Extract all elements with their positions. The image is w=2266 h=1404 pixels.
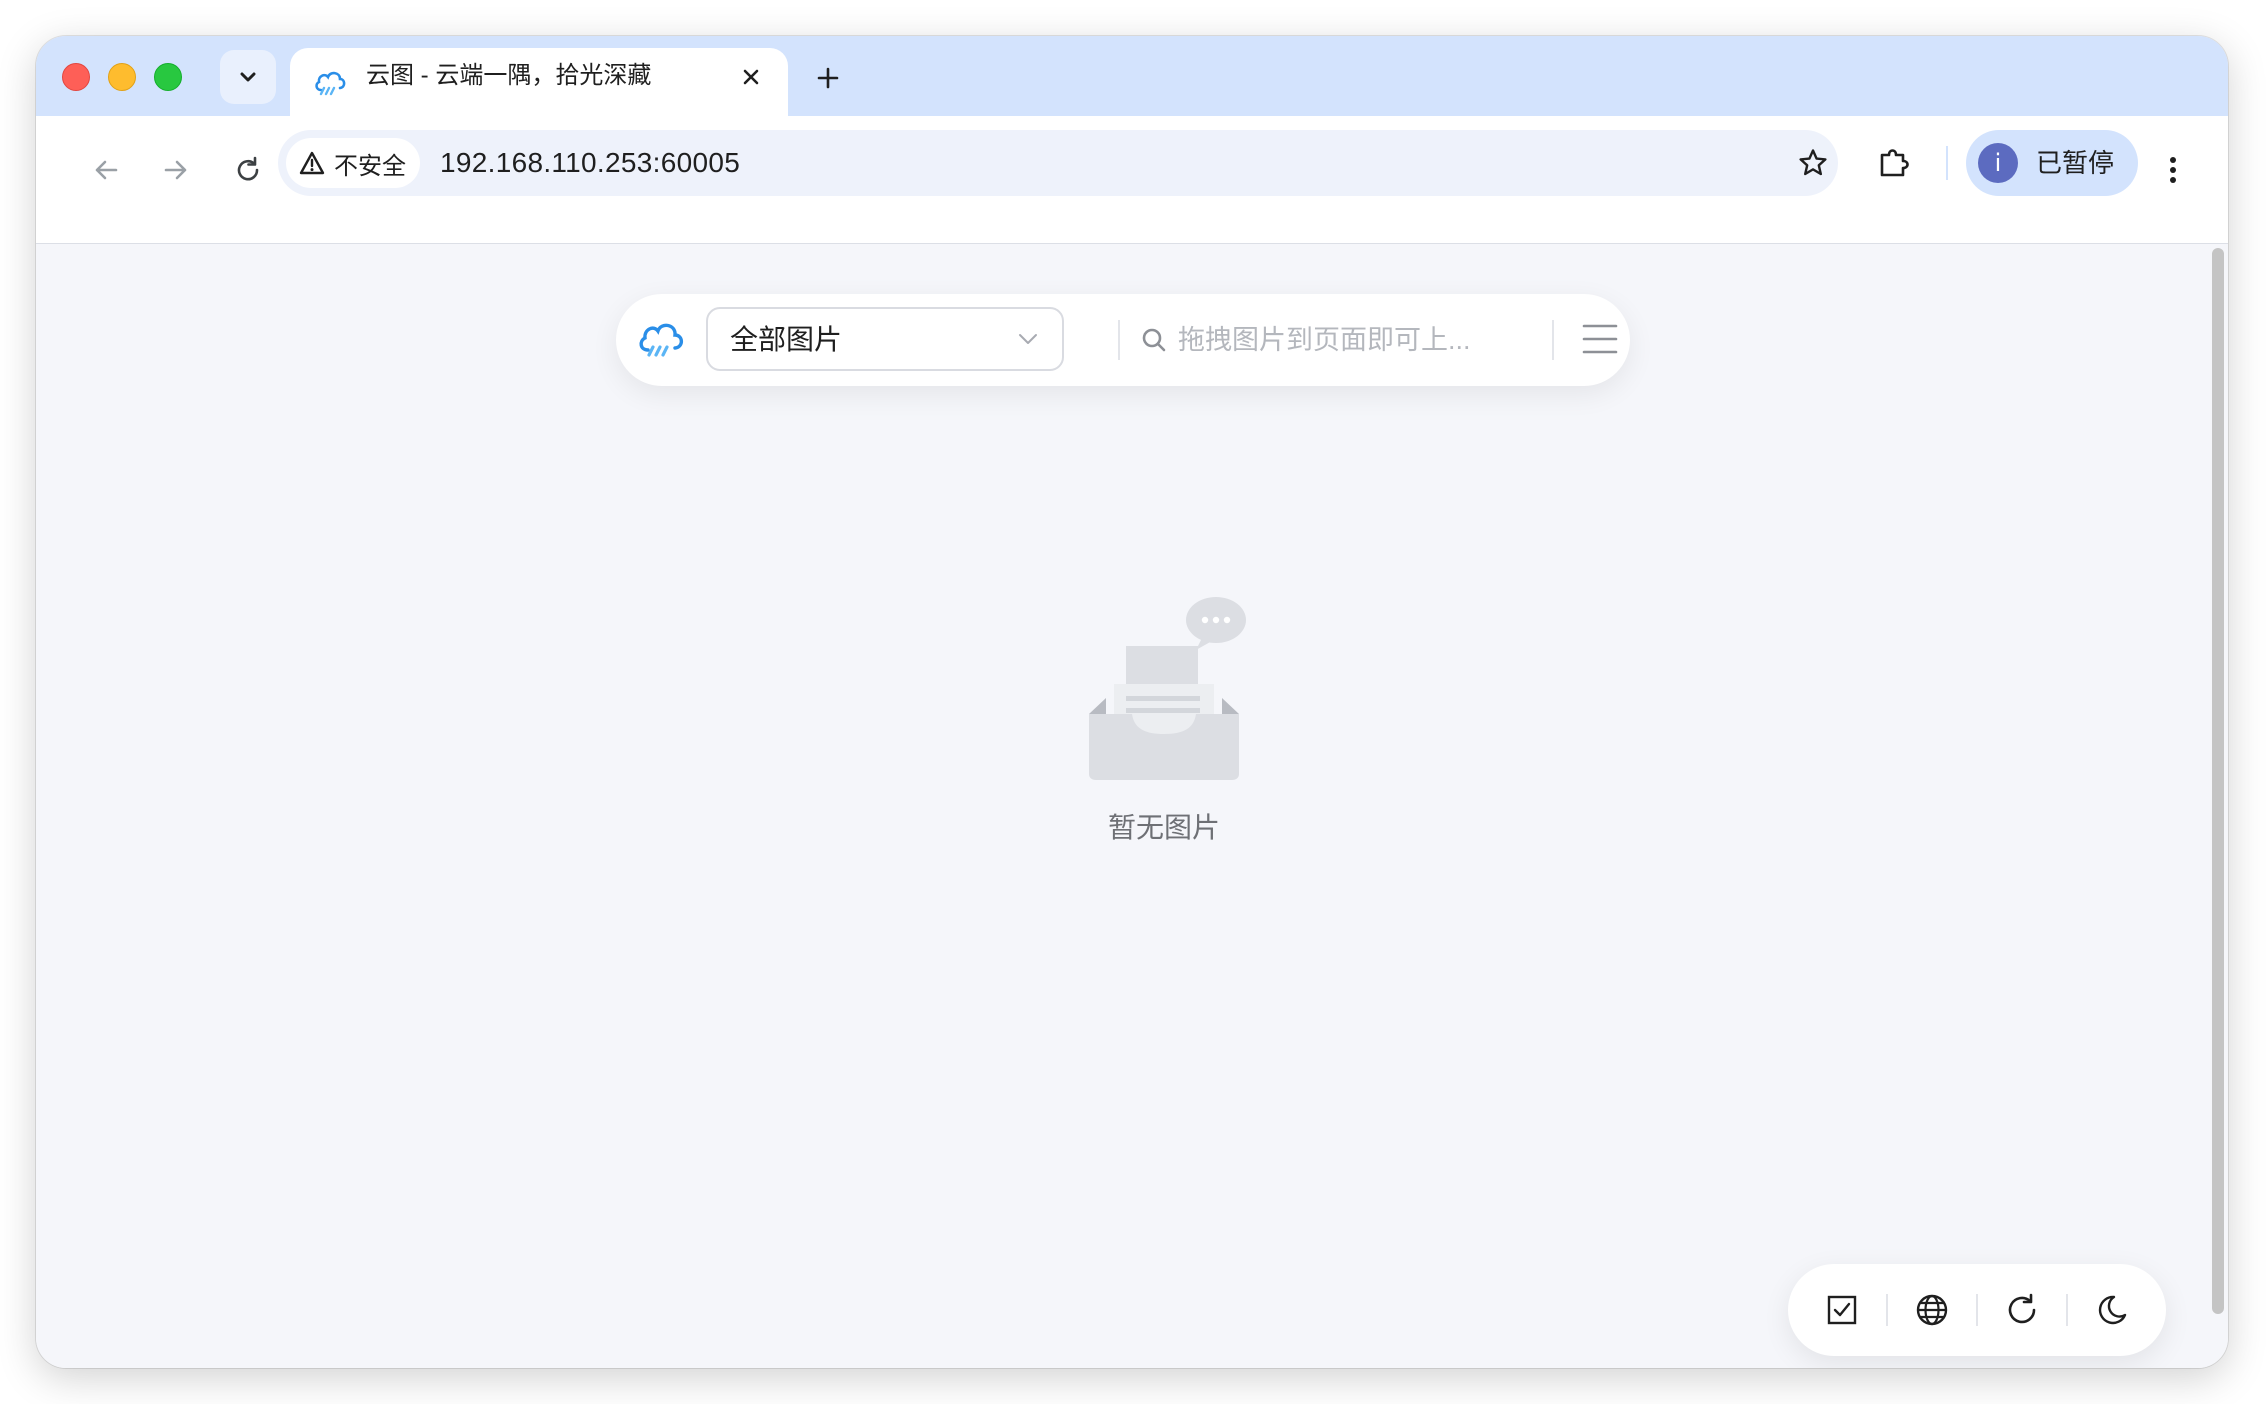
toolbar-separator xyxy=(1886,1294,1888,1326)
security-chip[interactable]: 不安全 xyxy=(286,138,420,188)
reload-button[interactable] xyxy=(224,146,272,194)
page-scrollbar[interactable] xyxy=(2212,248,2224,1314)
new-tab-button[interactable] xyxy=(806,56,850,100)
arrow-right-icon xyxy=(164,160,187,180)
back-button[interactable] xyxy=(82,146,130,194)
search-box[interactable] xyxy=(1130,308,1520,370)
plus-icon xyxy=(817,67,839,89)
bookmark-button[interactable] xyxy=(1792,142,1834,184)
toolbar-separator xyxy=(1946,146,1948,180)
hamburger-menu-icon xyxy=(1582,324,1618,354)
top-bar-divider xyxy=(1552,320,1554,360)
language-button[interactable] xyxy=(1910,1288,1954,1332)
menu-button[interactable] xyxy=(1580,318,1620,360)
arrow-left-icon xyxy=(95,160,118,180)
search-icon xyxy=(1142,328,1166,352)
warning-icon xyxy=(299,151,325,175)
globe-icon xyxy=(1916,1294,1948,1326)
top-bar-divider xyxy=(1118,320,1120,360)
address-bar[interactable]: 不安全 192.168.110.253:60005 xyxy=(278,130,1838,196)
reload-icon xyxy=(237,156,259,181)
refresh-icon xyxy=(2008,1293,2036,1324)
search-input[interactable] xyxy=(1176,314,1520,366)
empty-inbox-icon xyxy=(1089,597,1246,780)
toolbar-separator xyxy=(2066,1294,2068,1326)
browser-toolbar: 不安全 192.168.110.253:60005 i 已暂停 xyxy=(36,116,2228,244)
chevron-down-icon xyxy=(240,72,256,82)
tab-close-button[interactable] xyxy=(736,62,766,92)
empty-state: 暂无图片 xyxy=(1036,584,1292,884)
toolbar-separator xyxy=(1976,1294,1978,1326)
floating-toolbar xyxy=(1788,1264,2166,1356)
refresh-button[interactable] xyxy=(2000,1288,2044,1332)
tab-strip: 云图 - 云端一隅，拾光深藏 xyxy=(36,36,2228,116)
avatar: i xyxy=(1978,143,2018,183)
puzzle-icon xyxy=(1880,149,1909,177)
close-icon xyxy=(743,69,759,85)
close-window-button[interactable] xyxy=(62,63,90,91)
album-select[interactable]: 全部图片 xyxy=(706,307,1064,371)
album-select-value: 全部图片 xyxy=(730,324,843,355)
dark-mode-button[interactable] xyxy=(2090,1288,2134,1332)
maximize-window-button[interactable] xyxy=(154,63,182,91)
page-content: 全部图片 拖拽图片到页面即可上... 暂无图片 xyxy=(36,244,2228,1368)
profile-status-label: 已暂停 xyxy=(2036,148,2115,178)
checkbox-icon xyxy=(1827,1295,1857,1325)
forward-button[interactable] xyxy=(152,146,200,194)
star-icon xyxy=(1799,149,1827,176)
profile-button[interactable]: i 已暂停 xyxy=(1966,130,2138,196)
minimize-window-button[interactable] xyxy=(108,63,136,91)
empty-state-text: 暂无图片 xyxy=(1107,812,1220,843)
tab-search-button[interactable] xyxy=(220,50,276,104)
moon-icon xyxy=(2098,1295,2127,1325)
tab-title: 云图 - 云端一隅，拾光深藏 xyxy=(366,62,652,89)
browser-menu-button[interactable] xyxy=(2156,146,2190,194)
cloud-logo-icon xyxy=(315,71,346,96)
security-label: 不安全 xyxy=(334,152,406,180)
active-tab[interactable]: 云图 - 云端一隅，拾光深藏 xyxy=(290,48,788,116)
extensions-button[interactable] xyxy=(1870,138,1918,186)
cloud-logo-icon[interactable] xyxy=(636,318,686,362)
more-vertical-icon xyxy=(2170,157,2176,183)
chevron-down-icon xyxy=(1019,334,1037,344)
url-text[interactable]: 192.168.110.253:60005 xyxy=(440,130,740,196)
select-mode-button[interactable] xyxy=(1820,1288,1864,1332)
browser-window: 云图 - 云端一隅，拾光深藏 不安全 192.168.110.253:60005… xyxy=(36,36,2228,1368)
app-top-bar: 全部图片 xyxy=(616,294,1630,386)
